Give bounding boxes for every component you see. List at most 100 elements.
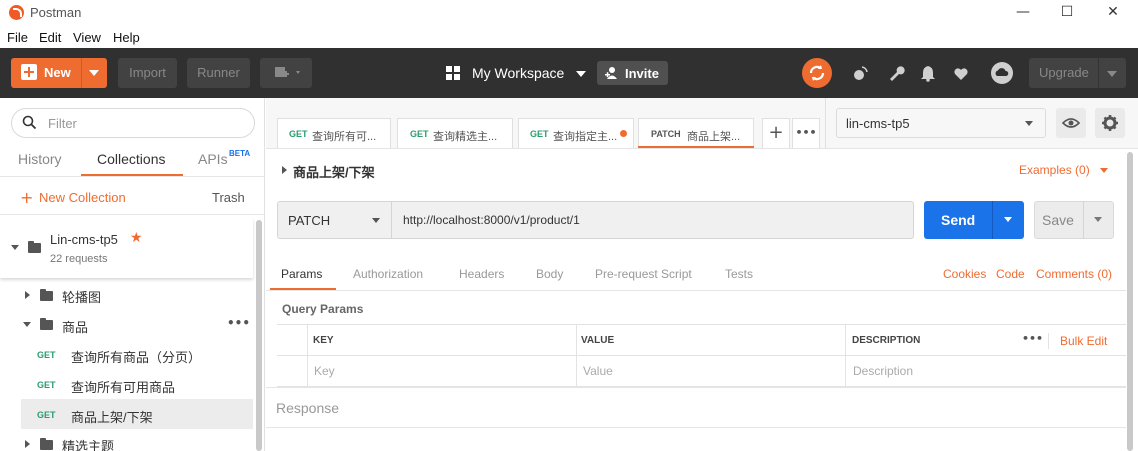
add-tab-button[interactable]: + bbox=[762, 118, 790, 148]
sync-icon bbox=[809, 65, 825, 81]
row-divider bbox=[277, 355, 1126, 356]
main-scrollbar[interactable] bbox=[1127, 152, 1133, 451]
request-item[interactable]: 商品上架/下架 bbox=[71, 407, 153, 426]
tab-title: 查询精选主... bbox=[433, 131, 498, 143]
environment-quick-look-button[interactable] bbox=[1056, 108, 1086, 138]
new-window-icon bbox=[275, 67, 300, 77]
examples-dropdown[interactable]: Examples (0) bbox=[1019, 163, 1090, 177]
gear-icon bbox=[1102, 115, 1118, 131]
folder-item-label[interactable]: 轮播图 bbox=[62, 287, 101, 306]
tab-headers[interactable]: Headers bbox=[459, 267, 504, 281]
plus-icon: + bbox=[20, 188, 34, 207]
window-title: Postman bbox=[30, 5, 82, 20]
chevron-down-icon[interactable] bbox=[1094, 217, 1102, 222]
divider bbox=[1048, 333, 1049, 349]
divider bbox=[266, 148, 1138, 149]
query-params-title: Query Params bbox=[282, 302, 364, 316]
upgrade-divider bbox=[1098, 58, 1099, 88]
beta-badge: BETA bbox=[229, 149, 251, 158]
tab-collections[interactable]: Collections bbox=[97, 151, 165, 167]
workspace-selector[interactable]: My Workspace bbox=[472, 65, 564, 81]
folder-item-label[interactable]: 商品 bbox=[62, 317, 88, 336]
cloud-icon[interactable] bbox=[990, 61, 1014, 85]
tab-body[interactable]: Body bbox=[536, 267, 563, 281]
sync-button[interactable] bbox=[802, 58, 832, 88]
new-button-divider bbox=[81, 58, 82, 88]
new-window-button[interactable] bbox=[260, 58, 312, 88]
value-input[interactable]: Value bbox=[583, 364, 613, 378]
star-icon[interactable]: ★ bbox=[130, 230, 143, 246]
divider bbox=[825, 98, 826, 148]
tab-title: 查询所有可... bbox=[312, 131, 377, 143]
title-bar bbox=[0, 0, 1138, 26]
plus-icon bbox=[21, 64, 37, 80]
tab-more-button[interactable]: ••• bbox=[792, 118, 820, 148]
chevron-down-icon[interactable] bbox=[1100, 168, 1108, 173]
chevron-down-icon[interactable] bbox=[11, 245, 19, 250]
save-label: Save bbox=[1042, 212, 1074, 228]
request-name[interactable]: 商品上架/下架 bbox=[293, 162, 375, 181]
menu-help[interactable]: Help bbox=[113, 30, 140, 45]
table-more-button[interactable]: ••• bbox=[1022, 332, 1043, 345]
minimize-button[interactable]: — bbox=[1000, 0, 1046, 26]
chevron-down-icon[interactable] bbox=[23, 322, 31, 327]
eye-icon bbox=[1061, 118, 1081, 128]
bell-icon[interactable] bbox=[919, 64, 937, 82]
environment-label: lin-cms-tp5 bbox=[846, 116, 910, 131]
chevron-right-icon[interactable] bbox=[282, 166, 287, 174]
request-item[interactable]: 查询所有商品（分页） bbox=[71, 347, 201, 366]
menu-view[interactable]: View bbox=[73, 30, 101, 45]
tab-apis[interactable]: APIs bbox=[198, 151, 228, 167]
divider bbox=[266, 427, 1126, 428]
more-options-button[interactable]: ••• bbox=[227, 316, 250, 330]
filter-placeholder: Filter bbox=[48, 116, 77, 131]
response-title: Response bbox=[276, 400, 340, 416]
wrench-icon[interactable] bbox=[887, 64, 905, 82]
url-value: http://localhost:8000/v1/product/1 bbox=[403, 213, 580, 227]
request-item[interactable]: 查询所有可用商品 bbox=[71, 377, 175, 396]
collection-request-count: 22 requests bbox=[50, 253, 108, 265]
manage-environments-button[interactable] bbox=[1095, 108, 1125, 138]
bulk-edit-link[interactable]: Bulk Edit bbox=[1060, 334, 1107, 348]
chevron-down-icon[interactable] bbox=[576, 71, 586, 77]
sidebar-scrollbar[interactable] bbox=[256, 220, 262, 451]
folder-icon bbox=[40, 438, 53, 450]
satellite-icon[interactable] bbox=[852, 64, 870, 82]
chevron-right-icon[interactable] bbox=[25, 440, 30, 448]
tab-authorization[interactable]: Authorization bbox=[353, 267, 423, 281]
unsaved-dot-icon bbox=[620, 130, 627, 137]
tab-pre-request-script[interactable]: Pre-request Script bbox=[595, 267, 692, 281]
maximize-button[interactable]: ☐ bbox=[1044, 0, 1090, 26]
divider bbox=[0, 176, 265, 177]
menu-edit[interactable]: Edit bbox=[39, 30, 61, 45]
chevron-right-icon[interactable] bbox=[25, 291, 30, 299]
chevron-down-icon[interactable] bbox=[1107, 71, 1117, 77]
trash-button[interactable]: Trash bbox=[212, 190, 245, 205]
import-button[interactable]: Import bbox=[118, 58, 177, 88]
chevron-down-icon[interactable] bbox=[89, 70, 99, 76]
upgrade-label: Upgrade bbox=[1039, 65, 1089, 80]
tab-title: 查询指定主... bbox=[553, 131, 618, 143]
runner-button[interactable]: Runner bbox=[187, 58, 250, 88]
workspace-grid-icon bbox=[446, 66, 460, 80]
send-label: Send bbox=[941, 212, 976, 228]
new-collection-button[interactable]: New Collection bbox=[39, 190, 126, 205]
chevron-down-icon[interactable] bbox=[1004, 217, 1012, 222]
code-link[interactable]: Code bbox=[996, 267, 1025, 281]
menu-bar bbox=[0, 26, 1138, 48]
add-user-icon bbox=[605, 67, 617, 79]
heart-icon[interactable] bbox=[952, 64, 970, 82]
key-input[interactable]: Key bbox=[314, 364, 335, 378]
comments-link[interactable]: Comments (0) bbox=[1036, 267, 1112, 281]
tab-method: GET bbox=[289, 129, 308, 139]
folder-item-label[interactable]: 精选主题 bbox=[62, 436, 114, 451]
cookies-link[interactable]: Cookies bbox=[943, 267, 986, 281]
method-badge: GET bbox=[37, 380, 56, 390]
close-button[interactable]: ✕ bbox=[1090, 0, 1136, 26]
description-input[interactable]: Description bbox=[853, 364, 913, 378]
tab-history[interactable]: History bbox=[18, 151, 62, 167]
tab-params[interactable]: Params bbox=[281, 267, 322, 281]
collection-name: Lin-cms-tp5 bbox=[50, 232, 118, 247]
tab-tests[interactable]: Tests bbox=[725, 267, 753, 281]
menu-file[interactable]: File bbox=[7, 30, 28, 45]
